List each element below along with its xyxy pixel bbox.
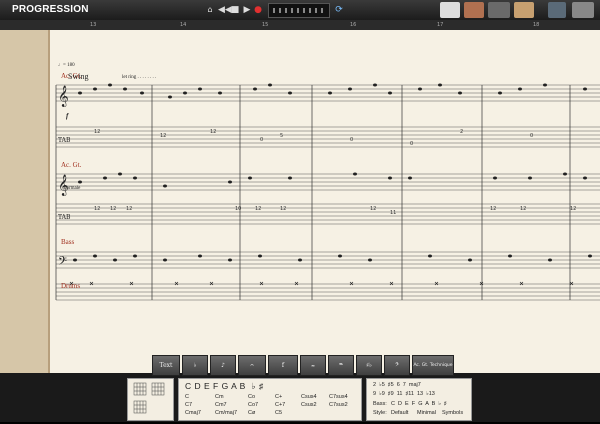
track-name[interactable]: Bass <box>61 238 74 246</box>
articulation-tool[interactable]: 𝄐 <box>238 355 266 376</box>
style-label: Style: <box>373 410 387 416</box>
score-staves: 𝄞 𝄞 𝄢 TAB TAB 121212 050 020 12 12 12 10 12… <box>55 83 600 301</box>
mixer-icon[interactable] <box>548 2 566 18</box>
svg-text:0: 0 <box>350 137 353 143</box>
svg-text:5: 5 <box>280 133 283 139</box>
track-name[interactable]: Ac. Gt. <box>61 161 81 169</box>
svg-text:12: 12 <box>255 206 261 212</box>
note-tool[interactable]: ♪ <box>210 355 236 376</box>
svg-text:0: 0 <box>530 133 533 139</box>
notation-toolbar: Text ♭ ♪ 𝄐 f 𝆗 𝆮 ♯♭ 𝄢 Ac. Gt. Technique <box>152 355 454 376</box>
extensions-row[interactable]: 9 ♭9 ♯9 11 ♯11 13 ♭13 <box>373 391 435 397</box>
chord-icon[interactable] <box>488 2 510 18</box>
chord-option[interactable]: C7sus4 <box>329 393 359 401</box>
style-option[interactable]: Symbols <box>442 410 463 416</box>
swing-marking: Swing <box>68 72 89 81</box>
chord-option[interactable]: Csus4 <box>301 393 329 401</box>
normale-marking: normale <box>64 186 81 191</box>
svg-text:12: 12 <box>94 206 100 212</box>
chord-option[interactable]: Cmaj7 <box>185 409 215 417</box>
position-display[interactable] <box>268 3 330 18</box>
svg-text:TAB: TAB <box>58 137 71 144</box>
chord-extensions-panel: 2 ♭5 ♯5 6 7 maj7 9 ♭9 ♯9 11 ♯11 13 ♭13 B… <box>366 378 472 421</box>
svg-text:12: 12 <box>110 206 116 212</box>
drum-kit-icon[interactable] <box>464 2 484 18</box>
chord-option[interactable]: C+7 <box>275 401 301 409</box>
svg-text:TAB: TAB <box>58 214 71 221</box>
technique-tool[interactable]: Ac. Gt. Technique <box>412 355 454 376</box>
ruler-label: 16 <box>350 22 357 28</box>
style-option[interactable]: Minimal <box>417 410 436 416</box>
chord-option[interactable]: Cm7 <box>215 401 248 409</box>
loop-button[interactable]: ⟳ <box>334 5 344 15</box>
fretboard-icon[interactable] <box>514 2 534 18</box>
ruler-label: 14 <box>180 22 187 28</box>
ruler-label: 15 <box>262 22 269 28</box>
svg-text:2: 2 <box>460 129 463 135</box>
dynamic-marking: f <box>66 112 69 120</box>
style-option[interactable]: Default <box>391 410 408 416</box>
bass-notes[interactable]: C D E F G A B ♭ ♯ <box>391 401 447 407</box>
svg-text:12: 12 <box>570 206 576 212</box>
svg-text:𝄢: 𝄢 <box>58 255 67 271</box>
text-tool[interactable]: Text <box>152 355 180 376</box>
let-ring-marking: let ring . . . . . . . . <box>122 75 157 80</box>
dynamics-tool[interactable]: f <box>268 355 298 376</box>
svg-text:11: 11 <box>390 210 396 216</box>
chord-selector-panel: C D E F G A B ♭ ♯ C C7 Cmaj7 Cm Cm7 Cm/maj7 … <box>178 378 362 421</box>
chord-grid-icon <box>133 382 165 414</box>
svg-text:12: 12 <box>280 206 286 212</box>
record-button[interactable]: ● <box>253 5 263 15</box>
svg-text:12: 12 <box>94 129 100 135</box>
svg-text:0: 0 <box>260 137 263 143</box>
chord-option[interactable]: Co7 <box>248 401 275 409</box>
svg-text:𝄞: 𝄞 <box>58 86 69 107</box>
settings-icon[interactable] <box>572 2 594 18</box>
svg-text:10: 10 <box>235 206 241 212</box>
accidental-tool[interactable]: ♭ <box>182 355 208 376</box>
chord-option[interactable]: C7 <box>185 401 215 409</box>
tempo-marking: ♩= 180 <box>58 63 75 68</box>
measure-ruler[interactable]: 13 14 15 16 17 18 <box>0 20 600 30</box>
clef-tool[interactable]: 𝄢 <box>384 355 410 376</box>
svg-text:12: 12 <box>126 206 132 212</box>
piano-icon[interactable] <box>440 2 460 18</box>
chord-option[interactable]: C5 <box>275 409 301 417</box>
pedal-tool[interactable]: 𝆮 <box>328 355 354 376</box>
score-sheet[interactable]: 𝄞 𝄞 𝄢 TAB TAB 12 12 12 050 020 12 12 12 10 12… <box>50 30 600 373</box>
ruler-label: 13 <box>90 22 97 28</box>
title-bar: PROGRESSION ⌂ ◀◀ ■ ▶ ● ⟳ <box>0 0 600 20</box>
chord-option[interactable]: Csus2 <box>301 401 329 409</box>
app-title: PROGRESSION <box>12 4 89 15</box>
svg-text:12: 12 <box>490 206 496 212</box>
chord-diagram-panel[interactable] <box>127 378 174 421</box>
chord-root-keys[interactable]: C D E F G A B ♭ ♯ <box>185 381 264 392</box>
svg-text:12: 12 <box>160 133 166 139</box>
svg-text:12: 12 <box>210 129 216 135</box>
svg-text:12: 12 <box>520 206 526 212</box>
ruler-label: 17 <box>437 22 444 28</box>
play-button[interactable]: ▶ <box>242 5 252 15</box>
svg-text:12: 12 <box>370 206 376 212</box>
key-signature-tool[interactable]: ♯♭ <box>356 355 382 376</box>
chord-option[interactable]: Co <box>248 393 275 401</box>
ornament-tool[interactable]: 𝆗 <box>300 355 326 376</box>
stop-button[interactable]: ■ <box>230 5 240 15</box>
track-name[interactable]: Drums <box>61 282 80 290</box>
track-sidebar <box>0 30 50 373</box>
chord-option[interactable]: Cø <box>248 409 275 417</box>
bass-label: Bass: <box>373 401 387 407</box>
chord-option[interactable]: C <box>185 393 215 401</box>
chord-option[interactable]: C+ <box>275 393 301 401</box>
metronome-icon[interactable]: ⌂ <box>205 5 215 15</box>
chord-option[interactable]: Cm <box>215 393 248 401</box>
ruler-label: 18 <box>533 22 540 28</box>
extensions-row[interactable]: 2 ♭5 ♯5 6 7 maj7 <box>373 382 421 388</box>
svg-text:0: 0 <box>410 141 413 147</box>
chord-option[interactable]: Cm/maj7 <box>215 409 248 417</box>
rewind-button[interactable]: ◀◀ <box>218 5 232 15</box>
chord-option[interactable]: C7sus2 <box>329 401 359 409</box>
